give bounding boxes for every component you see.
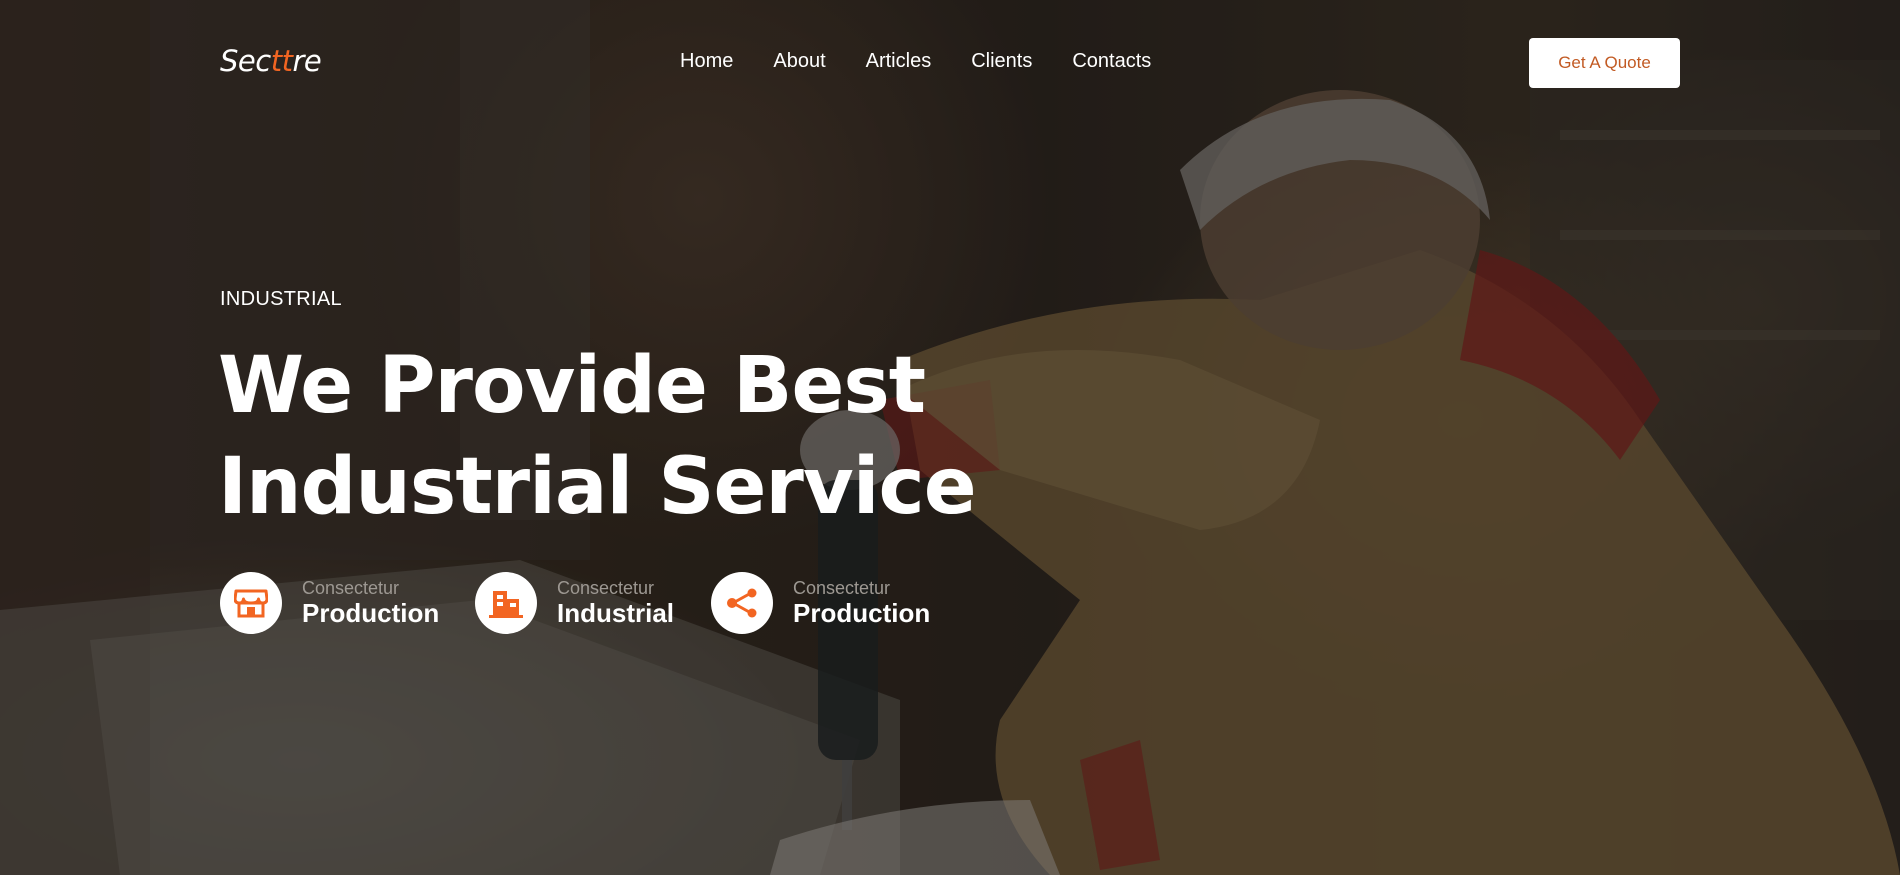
nav-link-articles[interactable]: Articles (866, 50, 932, 73)
logo-text-part2: re (292, 44, 322, 78)
feature-subtitle: Consectetur (793, 578, 891, 598)
feature-title: Industrial (557, 598, 675, 628)
top-navigation: Secttre Home About Articles Clients Cont… (0, 0, 1900, 125)
headline-line-1: We Provide Best (218, 341, 926, 431)
logo-text-part1: Sec (220, 44, 271, 78)
headline-line-2: Industrial Service (218, 442, 977, 532)
feature-subtitle: Consectetur (302, 578, 400, 598)
hero-section: Secttre Home About Articles Clients Cont… (0, 0, 1900, 875)
nav-link-home[interactable]: Home (680, 50, 733, 73)
main-menu: Home About Articles Clients Contacts (680, 50, 1191, 73)
logo-text-accent: tt (270, 44, 293, 78)
nav-link-contacts[interactable]: Contacts (1072, 50, 1151, 73)
feature-title: Production (793, 598, 931, 628)
feature-title: Production (302, 598, 440, 628)
store-icon (220, 572, 282, 634)
share-icon (711, 572, 773, 634)
get-a-quote-button[interactable]: Get A Quote (1529, 38, 1680, 88)
nav-link-about[interactable]: About (773, 50, 825, 73)
hero-headline: We Provide Best Industrial Service (218, 336, 1018, 538)
hero-eyebrow: INDUSTRIAL (220, 288, 342, 310)
feature-subtitle: Consectetur (557, 578, 655, 598)
building-icon (475, 572, 537, 634)
nav-link-clients[interactable]: Clients (971, 50, 1032, 73)
site-logo[interactable]: Secttre (220, 44, 322, 78)
